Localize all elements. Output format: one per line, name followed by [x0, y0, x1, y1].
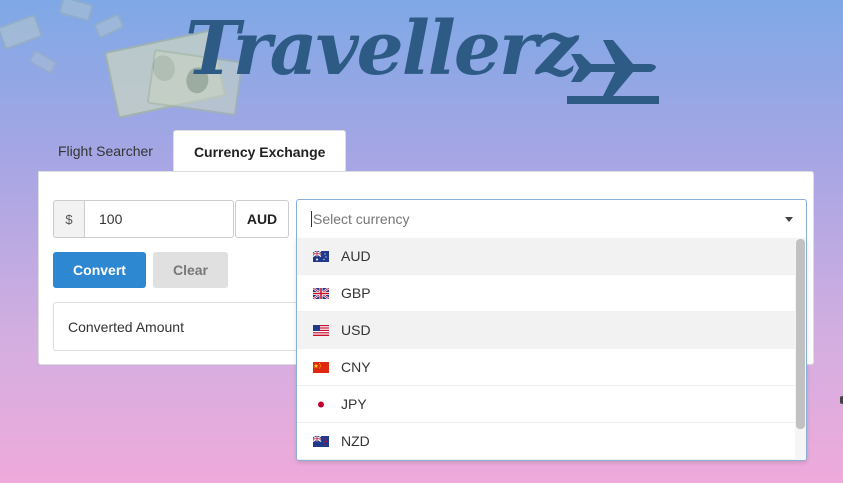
- cn-flag-icon: [313, 361, 329, 373]
- currency-option-label: AUD: [341, 248, 371, 264]
- gb-flag-icon: [313, 287, 329, 299]
- tab-bar: Flight Searcher Currency Exchange: [38, 130, 347, 172]
- dropdown-scrollbar[interactable]: [795, 238, 806, 460]
- airplane-icon: [567, 40, 659, 104]
- from-currency-badge: AUD: [235, 200, 289, 238]
- currency-option-aud[interactable]: AUD: [297, 238, 806, 275]
- dollar-sign-addon: $: [53, 200, 84, 238]
- text-cursor: [311, 211, 312, 227]
- us-flag-icon: [313, 324, 329, 336]
- currency-option-label: GBP: [341, 285, 371, 301]
- currency-option-label: CNY: [341, 359, 371, 375]
- currency-option-label: JPY: [341, 396, 367, 412]
- amount-input-group: $: [53, 200, 234, 238]
- convert-button[interactable]: Convert: [53, 252, 146, 288]
- chevron-down-icon[interactable]: [785, 217, 793, 222]
- converted-amount-label: Converted Amount: [68, 318, 184, 335]
- currency-dropdown-menu: AUD GBP USD CNY JPY NZD: [296, 238, 807, 461]
- amount-input[interactable]: [84, 200, 234, 238]
- nz-flag-icon: [313, 435, 329, 447]
- au-flag-icon: [313, 250, 329, 262]
- tab-currency-exchange[interactable]: Currency Exchange: [172, 130, 347, 172]
- brand-logo[interactable]: Travellerz: [185, 4, 665, 104]
- currency-option-usd[interactable]: USD: [297, 312, 806, 349]
- jp-flag-icon: [313, 398, 329, 410]
- currency-option-nzd[interactable]: NZD: [297, 423, 806, 460]
- currency-option-label: NZD: [341, 433, 370, 449]
- currency-select[interactable]: Select currency: [296, 199, 807, 239]
- currency-option-jpy[interactable]: JPY: [297, 386, 806, 423]
- clear-button[interactable]: Clear: [153, 252, 228, 288]
- scrollbar-thumb[interactable]: [796, 239, 805, 429]
- currency-option-cny[interactable]: CNY: [297, 349, 806, 386]
- currency-option-gbp[interactable]: GBP: [297, 275, 806, 312]
- currency-option-label: USD: [341, 322, 371, 338]
- logo-text: Travellerz: [185, 6, 578, 92]
- currency-select-placeholder: Select currency: [313, 211, 410, 227]
- tab-flight-searcher[interactable]: Flight Searcher: [38, 130, 173, 172]
